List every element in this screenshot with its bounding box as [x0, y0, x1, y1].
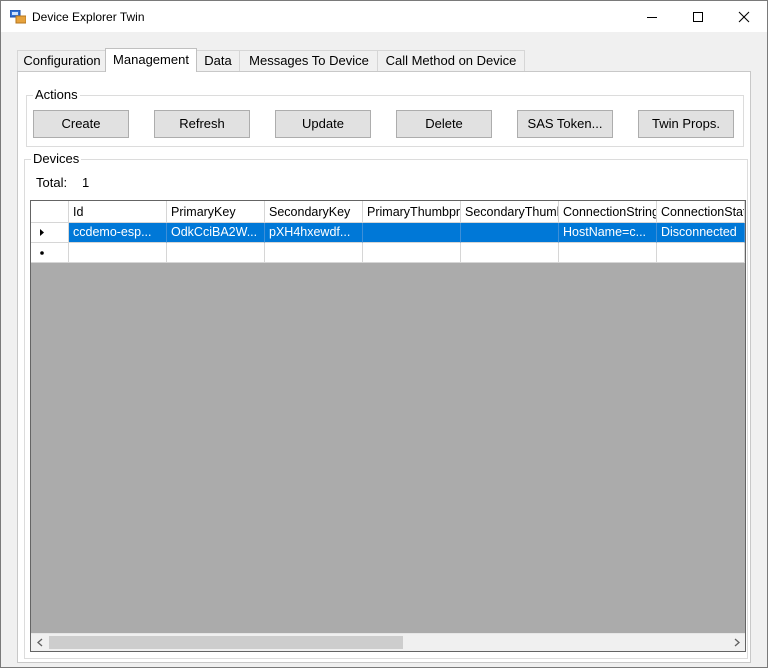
cell-id[interactable]: ccdemo-esp...	[69, 223, 167, 243]
app-window: Device Explorer Twin Configuration Manag…	[0, 0, 768, 668]
title-bar[interactable]: Device Explorer Twin	[1, 1, 767, 32]
app-icon	[9, 9, 27, 24]
column-header-primary-thumbprint[interactable]: PrimaryThumbprint	[363, 201, 461, 223]
total-count: 1	[82, 175, 90, 190]
actions-group: Actions Create Refresh Update Delete SAS…	[26, 87, 744, 147]
management-tab-page: Actions Create Refresh Update Delete SAS…	[17, 71, 751, 663]
column-header-secondary-thumbprint[interactable]: SecondaryThumbprint	[461, 201, 559, 223]
column-header-connection-state[interactable]: ConnectionState	[657, 201, 745, 223]
cell-primary-key[interactable]: OdkCciBA2W...	[167, 223, 265, 243]
total-label: Total:	[36, 175, 68, 190]
new-row-cell[interactable]	[363, 243, 461, 263]
new-row-cell[interactable]	[559, 243, 657, 263]
cell-connection-string[interactable]: HostName=c...	[559, 223, 657, 243]
new-row-cell[interactable]	[167, 243, 265, 263]
column-header-connection-string[interactable]: ConnectionString	[559, 201, 657, 223]
close-icon	[738, 11, 750, 22]
devices-group-title: Devices	[31, 151, 82, 166]
create-button[interactable]: Create	[33, 110, 129, 138]
minimize-button[interactable]	[629, 1, 675, 32]
grid-header-row: Id PrimaryKey SecondaryKey PrimaryThumbp…	[31, 201, 745, 223]
new-row-cell[interactable]	[69, 243, 167, 263]
devices-grid[interactable]: Id PrimaryKey SecondaryKey PrimaryThumbp…	[30, 200, 746, 652]
maximize-button[interactable]	[675, 1, 721, 32]
tab-data[interactable]: Data	[195, 50, 241, 71]
refresh-button[interactable]: Refresh	[154, 110, 250, 138]
horizontal-scrollbar[interactable]	[31, 633, 745, 651]
actions-group-title: Actions	[33, 87, 80, 102]
cell-connection-state[interactable]: Disconnected	[657, 223, 745, 243]
table-row[interactable]: ccdemo-esp... OdkCciBA2W... pXH4hxewdf..…	[31, 223, 745, 243]
scroll-left-button[interactable]	[31, 634, 48, 651]
delete-button[interactable]: Delete	[396, 110, 492, 138]
column-header-secondary-key[interactable]: SecondaryKey	[265, 201, 363, 223]
tab-management[interactable]: Management	[105, 48, 197, 72]
column-header-primary-key[interactable]: PrimaryKey	[167, 201, 265, 223]
tab-configuration[interactable]: Configuration	[17, 50, 107, 71]
new-row-asterisk-icon	[40, 251, 44, 255]
twin-props-button[interactable]: Twin Props.	[638, 110, 734, 138]
scroll-right-button[interactable]	[728, 634, 745, 651]
new-row-cell[interactable]	[461, 243, 559, 263]
new-row-cell[interactable]	[265, 243, 363, 263]
scroll-left-icon	[36, 638, 42, 647]
current-row-arrow-icon	[40, 229, 44, 236]
scroll-thumb[interactable]	[49, 636, 403, 649]
cell-primary-thumbprint[interactable]	[363, 223, 461, 243]
tab-call-method-on-device[interactable]: Call Method on Device	[377, 50, 525, 71]
row-header-corner[interactable]	[31, 201, 69, 223]
update-button[interactable]: Update	[275, 110, 371, 138]
cell-secondary-thumbprint[interactable]	[461, 223, 559, 243]
tab-messages-to-device[interactable]: Messages To Device	[239, 50, 379, 71]
minimize-icon	[647, 16, 657, 18]
maximize-icon	[693, 11, 703, 22]
close-button[interactable]	[721, 1, 767, 32]
new-row[interactable]	[31, 243, 745, 263]
new-row-header[interactable]	[31, 243, 69, 263]
sas-token-button[interactable]: SAS Token...	[517, 110, 613, 138]
row-header[interactable]	[31, 223, 69, 243]
cell-secondary-key[interactable]: pXH4hxewdf...	[265, 223, 363, 243]
scroll-right-icon	[734, 638, 740, 647]
column-header-id[interactable]: Id	[69, 201, 167, 223]
window-title: Device Explorer Twin	[32, 10, 145, 24]
new-row-cell[interactable]	[657, 243, 745, 263]
